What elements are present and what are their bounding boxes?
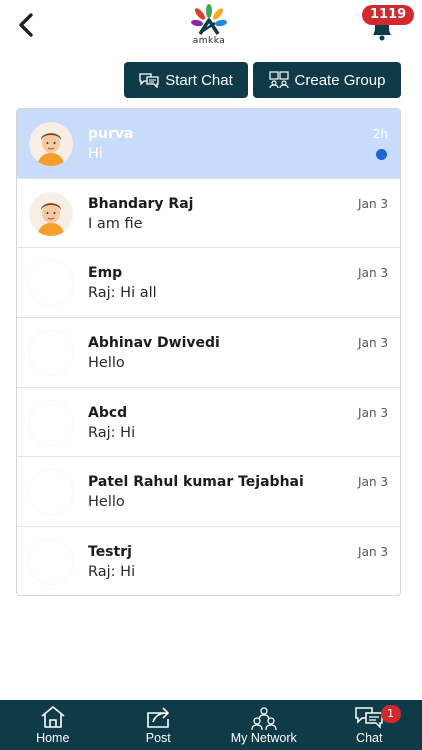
app-logo: amkka	[187, 4, 231, 48]
avatar	[29, 122, 73, 166]
nav-item-home[interactable]: Home	[0, 700, 106, 750]
nav-item-my-network[interactable]: My Network	[211, 700, 317, 750]
chat-row-patel-rahul[interactable]: Patel Rahul kumar Tejabhai Hello Jan 3	[17, 457, 400, 528]
avatar	[29, 261, 73, 306]
chat-row-bhandary-raj[interactable]: Bhandary Raj I am fie Jan 3	[17, 179, 400, 249]
app-header: amkka 1119	[0, 0, 422, 56]
chat-name: Testrj	[88, 544, 132, 561]
chat-icon	[355, 707, 383, 729]
notification-count-badge: 1119	[362, 5, 415, 25]
chat-name: Abhinav Dwivedi	[88, 335, 220, 352]
create-group-button[interactable]: Create Group	[253, 62, 401, 98]
chat-time: Jan 3	[358, 266, 388, 281]
chat-time: Jan 3	[358, 545, 388, 560]
create-group-label: Create Group	[294, 71, 386, 89]
chat-time: Jan 3	[358, 196, 388, 211]
start-chat-button[interactable]: Start Chat	[124, 62, 248, 98]
chat-name: purva	[88, 126, 134, 142]
chat-row-purva[interactable]: purva Hi 2h	[17, 109, 400, 179]
chat-last-message: Raj: Hi	[88, 424, 136, 441]
logo-text: amkka	[192, 36, 226, 46]
avatar	[29, 191, 73, 236]
network-icon	[251, 707, 277, 731]
start-chat-label: Start Chat	[165, 71, 233, 89]
chat-time: Jan 3	[358, 475, 388, 490]
chat-row-abcd[interactable]: Abcd Raj: Hi Jan 3	[17, 388, 400, 458]
nav-label: Home	[36, 731, 70, 745]
chat-last-message: I am fie	[88, 215, 143, 232]
nav-label: My Network	[230, 731, 297, 745]
back-arrow-icon[interactable]	[14, 12, 40, 38]
avatar	[29, 540, 73, 585]
chat-time: 2h	[372, 127, 388, 141]
nav-item-post[interactable]: Post	[106, 700, 212, 750]
chat-list: purva Hi 2h Bhandary Raj I am fie Jan 3 …	[16, 108, 401, 596]
nav-label: Chat	[356, 731, 383, 745]
chat-bubbles-icon	[139, 73, 159, 88]
home-icon	[41, 706, 65, 728]
chat-last-message: Hello	[88, 355, 125, 372]
chat-last-message: Raj: Hi all	[88, 285, 157, 302]
logo-flower-icon	[191, 4, 227, 35]
chat-unread-badge: 1	[380, 705, 401, 723]
chat-name: Patel Rahul kumar Tejabhai	[88, 474, 304, 491]
avatar	[29, 331, 73, 376]
chat-time: Jan 3	[358, 336, 388, 351]
nav-label: Post	[145, 731, 171, 745]
bottom-nav: Home Post My Network 1 Chat	[0, 700, 422, 750]
chat-time: Jan 3	[358, 405, 388, 420]
cartoon-man-avatar-icon	[29, 122, 73, 166]
chat-row-emp[interactable]: Emp Raj: Hi all Jan 3	[17, 248, 400, 319]
chat-name: Emp	[88, 265, 123, 282]
chat-row-testrj[interactable]: Testrj Raj: Hi Jan 3	[17, 527, 400, 595]
chat-last-message: Hi	[88, 146, 103, 162]
chat-name: Bhandary Raj	[88, 195, 194, 212]
cartoon-man-avatar-icon	[29, 191, 73, 236]
chat-row-abhinav-dwivedi[interactable]: Abhinav Dwivedi Hello Jan 3	[17, 318, 400, 388]
chat-name: Abcd	[88, 404, 128, 421]
chat-last-message: Hello	[88, 494, 125, 511]
nav-item-chat[interactable]: 1 Chat	[317, 700, 422, 750]
unread-indicator	[376, 149, 387, 160]
avatar	[29, 470, 73, 515]
share-icon	[147, 707, 170, 728]
group-icon	[268, 71, 289, 89]
chat-last-message: Raj: Hi	[88, 564, 136, 581]
avatar	[29, 400, 73, 445]
